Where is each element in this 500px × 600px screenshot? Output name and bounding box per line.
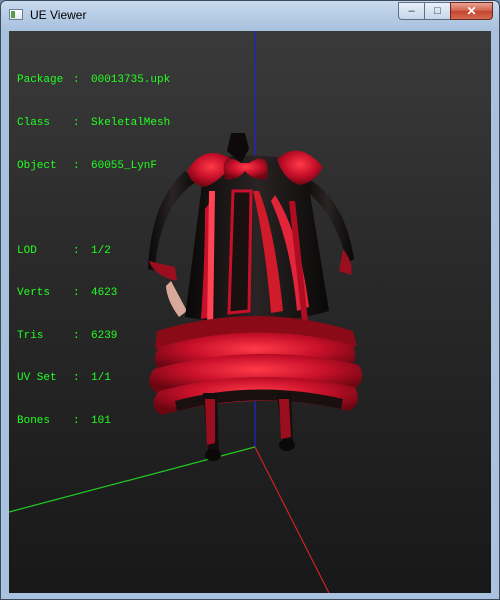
- info-key: Object: [17, 159, 57, 172]
- 3d-viewport[interactable]: Package : 00013735.upk Class : SkeletalM…: [9, 31, 491, 593]
- info-value-lod: 1/2: [91, 244, 111, 257]
- info-row-bones: Bones : 101: [17, 414, 170, 428]
- info-separator: :: [73, 117, 80, 130]
- info-separator: :: [73, 415, 80, 428]
- app-window-icon[interactable]: [9, 9, 23, 20]
- info-separator: :: [73, 159, 80, 172]
- info-row-class: Class : SkeletalMesh: [17, 116, 170, 130]
- info-row-object: Object : 60055_LynF: [17, 159, 170, 173]
- close-button[interactable]: ✕: [450, 2, 493, 20]
- info-value-bones: 101: [91, 415, 111, 428]
- info-key: Class: [17, 117, 51, 130]
- minimize-button[interactable]: –: [398, 2, 424, 20]
- info-separator: :: [73, 372, 80, 385]
- info-key: Package: [17, 74, 64, 87]
- axis-x-line: [254, 446, 330, 593]
- info-key: Bones: [17, 415, 51, 428]
- maximize-icon: □: [434, 5, 441, 17]
- window-title: UE Viewer: [30, 8, 87, 22]
- app-window: UE Viewer – □ ✕ Package: 00013735.upk C…: [0, 0, 500, 600]
- info-row-package: Package : 00013735.upk: [17, 73, 170, 87]
- info-key: UV Set: [17, 372, 57, 385]
- info-value-tris: 6239: [91, 329, 118, 342]
- info-separator: :: [73, 244, 80, 257]
- info-key: Verts: [17, 287, 51, 300]
- info-value-object: 60055_LynF: [91, 159, 158, 172]
- info-separator: :: [73, 74, 80, 87]
- info-value-class: SkeletalMesh: [91, 117, 171, 130]
- mesh-info-overlay: Package : 00013735.upk Class : SkeletalM…: [17, 45, 170, 457]
- info-separator: :: [73, 287, 80, 300]
- info-value-package: 00013735.upk: [91, 74, 171, 87]
- caption-buttons: – □ ✕: [398, 2, 493, 20]
- info-key: LOD: [17, 244, 37, 257]
- info-row-verts: Verts : 4623: [17, 286, 170, 300]
- close-icon: ✕: [466, 4, 477, 18]
- info-row-uv-set: UV Set : 1/1: [17, 371, 170, 385]
- info-separator: :: [73, 329, 80, 342]
- info-row-tris: Tris : 6239: [17, 329, 170, 343]
- info-value-uv-set: 1/1: [91, 372, 111, 385]
- info-value-verts: 4623: [91, 287, 118, 300]
- info-row-lod: LOD : 1/2: [17, 244, 170, 258]
- title-bar[interactable]: UE Viewer – □ ✕: [1, 1, 499, 29]
- maximize-button[interactable]: □: [424, 2, 450, 20]
- info-key: Tris: [17, 329, 44, 342]
- minimize-icon: –: [408, 5, 415, 17]
